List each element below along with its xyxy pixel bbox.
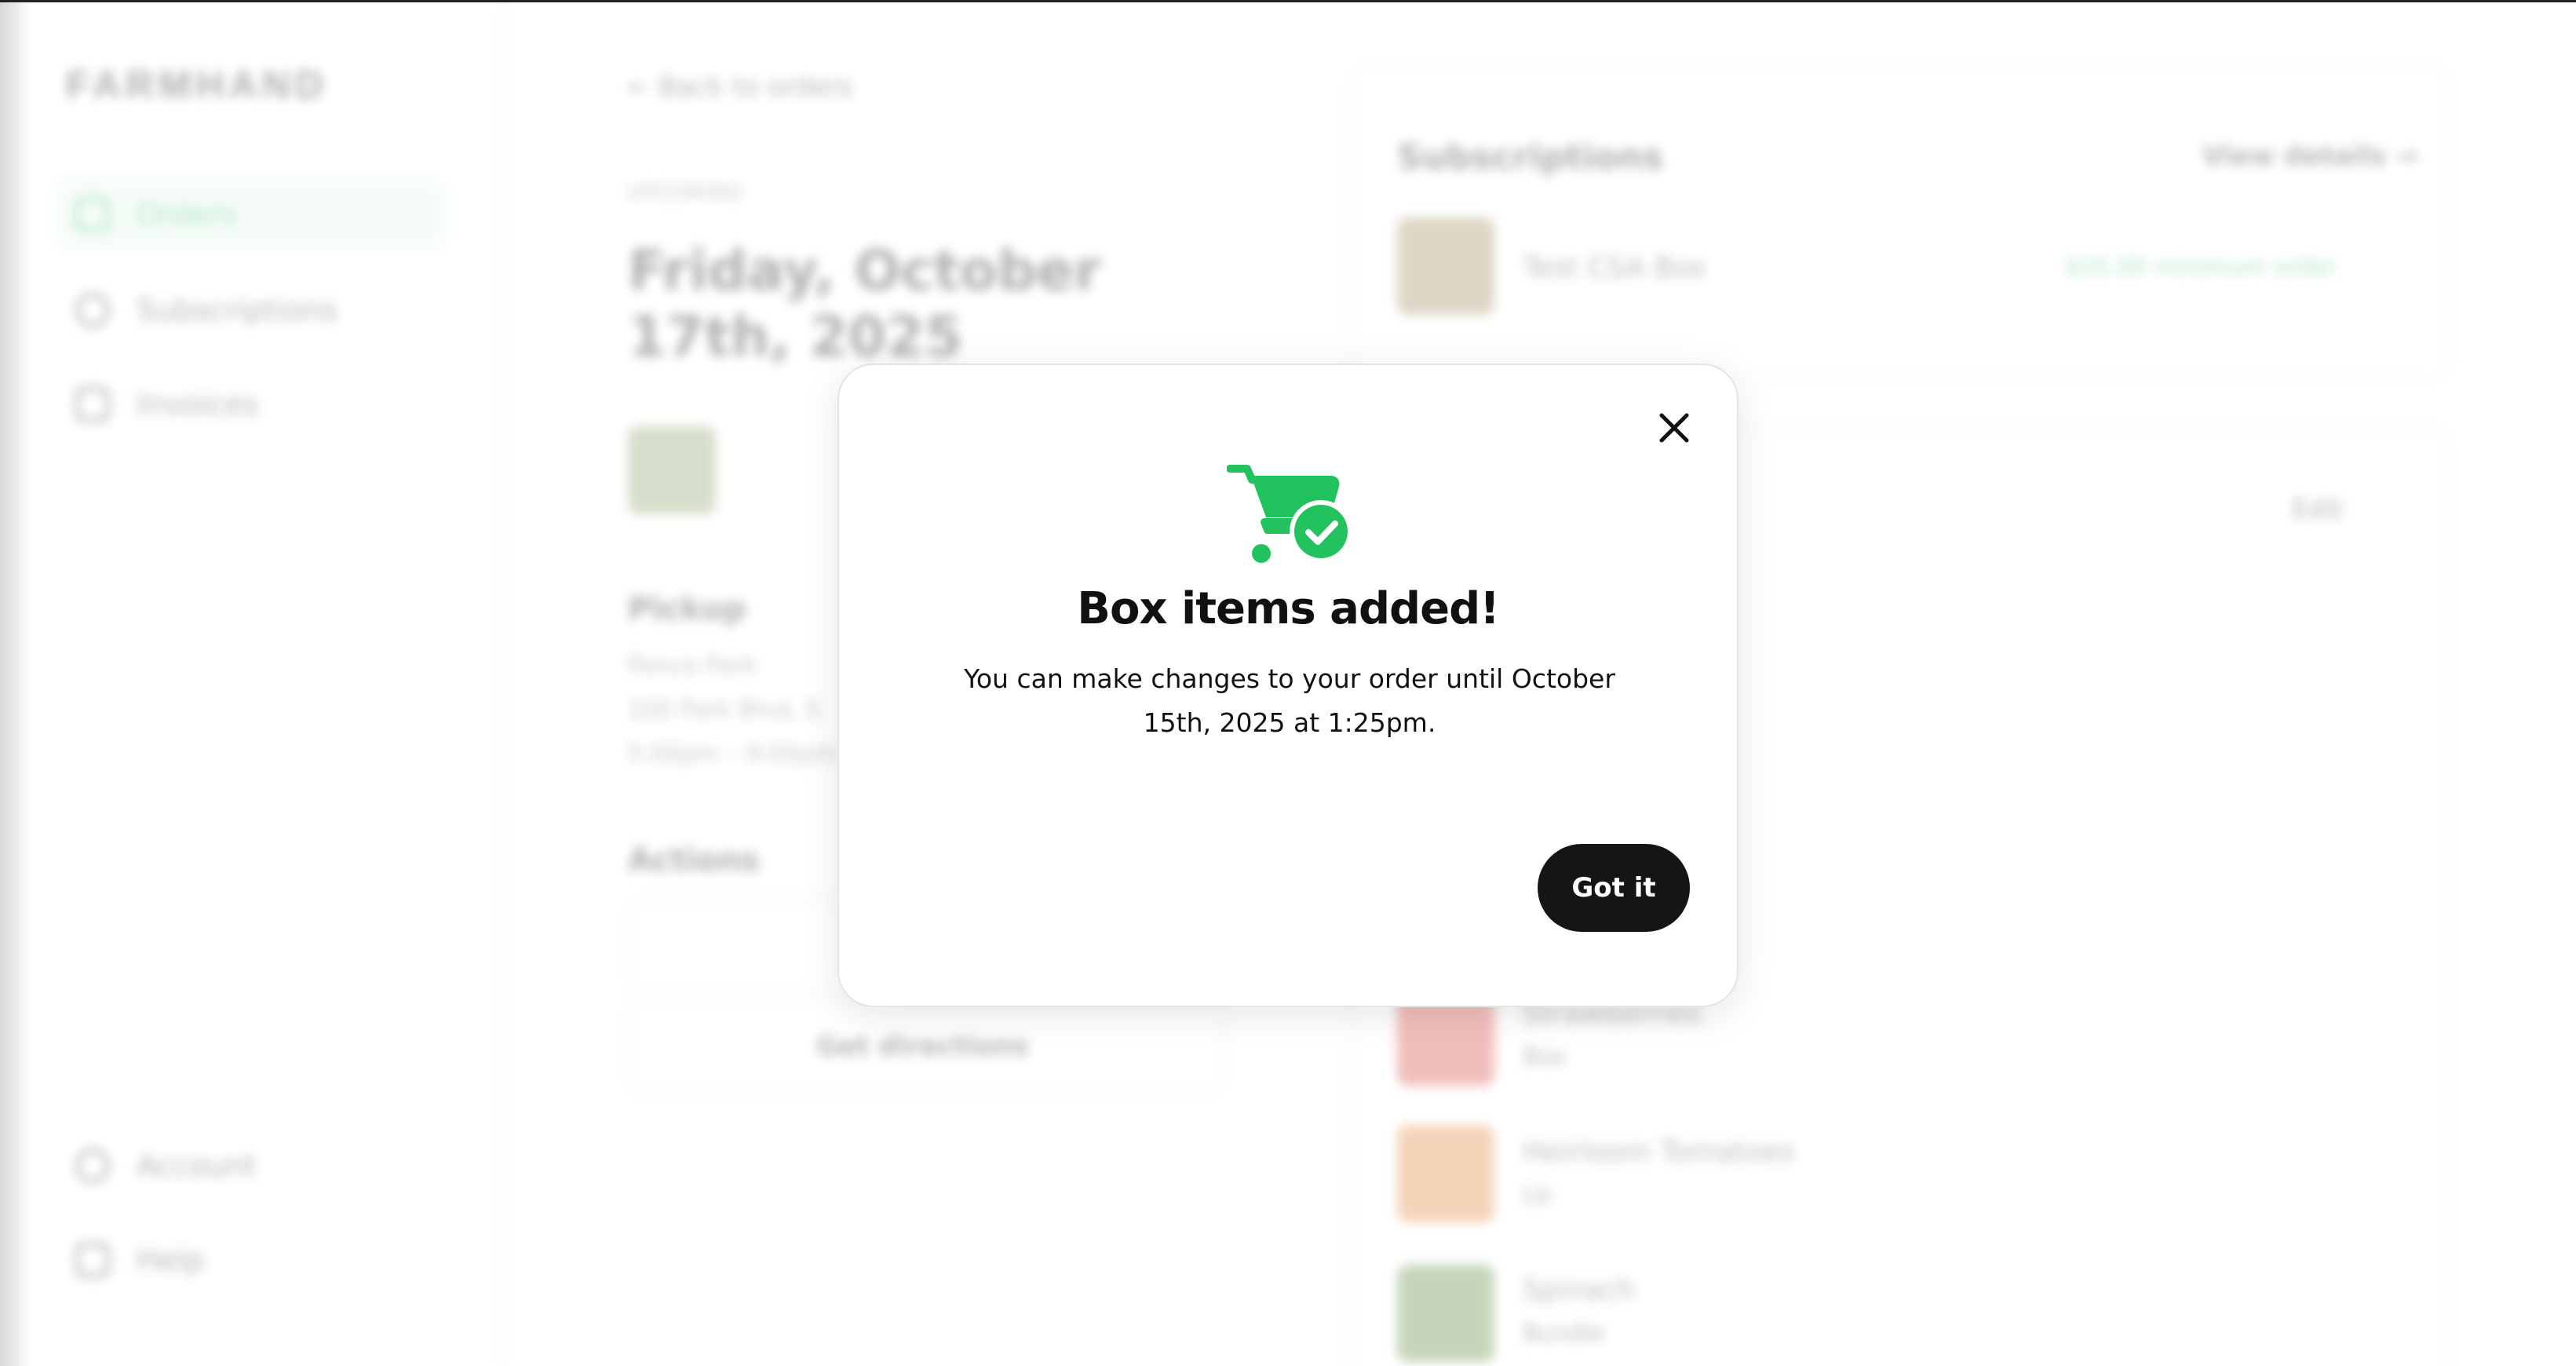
item-thumbnail — [1397, 1265, 1494, 1362]
sidebar-item-label: Subscriptions — [137, 293, 338, 327]
actions-heading: Actions — [628, 842, 760, 878]
pickup-location: Pence Park — [628, 652, 757, 680]
pickup-address: 100 Park Blvd, S — [628, 696, 820, 724]
sidebar: FARMHAND Orders Subscriptions Invoices A… — [0, 2, 504, 1366]
subscription-name: Test CSA Box — [1523, 252, 1706, 284]
sidebar-item-invoices: Invoices — [55, 367, 447, 442]
app-window: FARMHAND Orders Subscriptions Invoices A… — [0, 0, 2576, 1366]
sidebar-item-orders: Orders — [55, 177, 447, 252]
help-icon — [75, 1243, 110, 1277]
dialog-message: You can make changes to your order until… — [964, 663, 1615, 738]
user-icon — [75, 1149, 110, 1183]
order-date-title: Friday, October 17th, 2025 — [628, 239, 1101, 369]
sidebar-item-label: Orders — [137, 197, 237, 232]
back-to-orders-link: ← Back to orders — [628, 71, 852, 103]
repeat-icon — [75, 293, 110, 327]
pickup-heading: Pickup — [628, 591, 746, 627]
item-unit: Lb — [1523, 1182, 1551, 1209]
sidebar-item-account: Account — [55, 1128, 447, 1203]
sidebar-item-subscriptions: Subscriptions — [55, 272, 447, 348]
order-thumbnail — [628, 426, 716, 514]
sidebar-item-help: Help — [55, 1222, 447, 1298]
sidebar-item-label: Invoices — [137, 387, 259, 422]
sidebar-item-label: Help — [137, 1243, 205, 1277]
view-details-link: View details → — [2202, 141, 2418, 172]
receipt-icon — [75, 387, 110, 422]
box-items-added-dialog: Box items added! You can make changes to… — [837, 363, 1739, 1007]
got-it-button[interactable]: Got it — [1538, 844, 1690, 932]
item-name: Heirloom Tomatoes — [1523, 1136, 1795, 1168]
close-icon — [1659, 413, 1689, 443]
cart-check-icon — [1226, 462, 1356, 569]
item-name: Spinach — [1523, 1274, 1636, 1306]
sidebar-item-label: Account — [137, 1149, 257, 1183]
brand-logo: FARMHAND — [66, 63, 329, 107]
subscription-thumbnail — [1397, 217, 1494, 315]
edit-link: Edit — [2292, 494, 2344, 525]
item-unit: Box — [1523, 1043, 1567, 1071]
subscriptions-card — [1350, 65, 2449, 379]
subscriptions-card-title: Subscriptions — [1397, 137, 1663, 177]
item-thumbnail — [1397, 1125, 1494, 1222]
order-status-eyebrow: UPCOMING — [628, 181, 745, 203]
pickup-time: 5:00pm – 9:00pm — [628, 740, 837, 768]
item-unit: Bundle — [1523, 1320, 1605, 1347]
cart-icon — [75, 197, 110, 232]
get-directions-label: Get directions — [816, 1031, 1029, 1062]
subscription-status: $25.00 minimum order — [2064, 254, 2337, 281]
close-button[interactable] — [1658, 412, 1690, 444]
dialog-title: Box items added! — [1077, 583, 1499, 634]
